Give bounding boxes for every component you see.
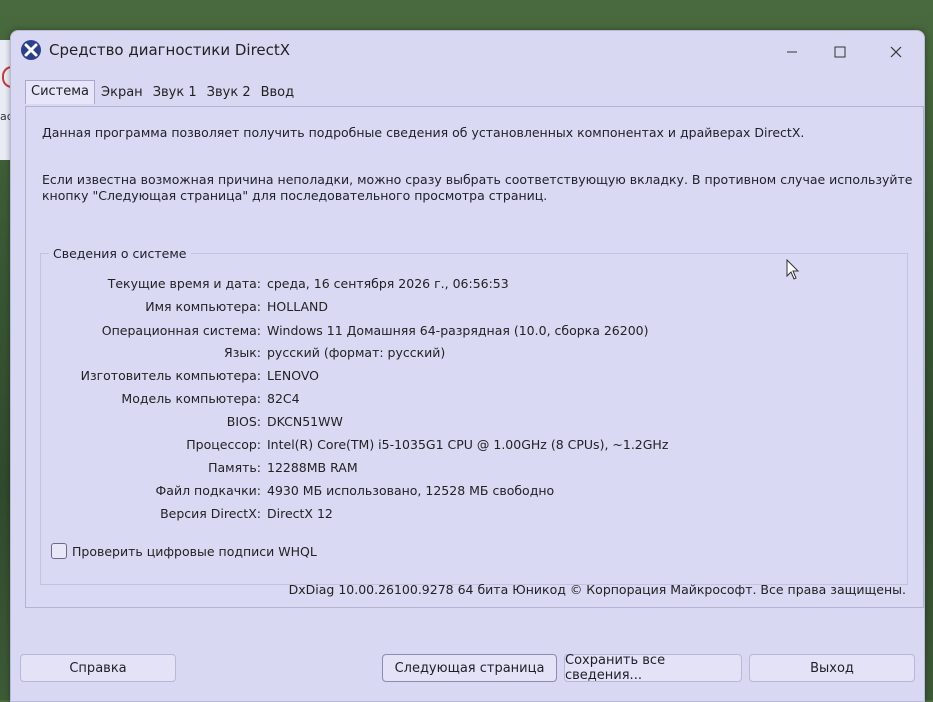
info-label: Имя компьютера: bbox=[145, 299, 261, 314]
info-label: BIOS: bbox=[226, 414, 261, 429]
info-value: 4930 МБ использовано, 12528 МБ свободно bbox=[267, 483, 555, 498]
maximize-icon bbox=[834, 43, 846, 62]
maximize-button[interactable] bbox=[817, 37, 863, 67]
info-label: Изготовитель компьютера: bbox=[80, 368, 261, 383]
intro-text-2: Если известна возможная причина неполадк… bbox=[42, 172, 913, 187]
info-row-model: Модель компьютера: 82C4 bbox=[41, 391, 907, 411]
info-row-manufacturer: Изготовитель компьютера: LENOVO bbox=[41, 368, 907, 388]
tab-display[interactable]: Экран bbox=[97, 81, 147, 105]
close-icon bbox=[890, 43, 902, 62]
info-value: DirectX 12 bbox=[267, 506, 333, 521]
info-row-processor: Процессор: Intel(R) Core(TM) i5-1035G1 C… bbox=[41, 437, 907, 457]
help-button[interactable]: Справка bbox=[20, 654, 176, 682]
directx-icon bbox=[21, 40, 41, 60]
info-value: 12288MB RAM bbox=[267, 460, 358, 475]
info-label: Язык: bbox=[224, 345, 261, 360]
tab-sound-2[interactable]: Звук 2 bbox=[203, 81, 255, 105]
exit-button[interactable]: Выход bbox=[749, 654, 915, 682]
info-row-memory: Память: 12288MB RAM bbox=[41, 460, 907, 480]
info-label: Модель компьютера: bbox=[121, 391, 261, 406]
info-label: Текущие время и дата: bbox=[107, 276, 261, 291]
next-page-button[interactable]: Следующая страница bbox=[382, 654, 557, 682]
minimize-icon bbox=[786, 43, 798, 62]
info-value: русский (формат: русский) bbox=[267, 345, 446, 360]
info-label: Операционная система: bbox=[101, 323, 261, 338]
save-all-info-button[interactable]: Сохранить все сведения... bbox=[564, 653, 742, 683]
minimize-button[interactable] bbox=[769, 37, 815, 67]
info-value: Intel(R) Core(TM) i5-1035G1 CPU @ 1.00GH… bbox=[267, 437, 669, 452]
dxdiag-window: Средство диагностики DirectX Система Экр… bbox=[10, 30, 925, 702]
info-value: DKCN51WW bbox=[267, 414, 343, 429]
system-info-legend: Сведения о системе bbox=[49, 246, 191, 261]
info-row-datetime: Текущие время и дата: среда, 16 сентября… bbox=[41, 276, 907, 296]
info-row-os: Операционная система: Windows 11 Домашня… bbox=[41, 323, 907, 343]
info-label: Файл подкачки: bbox=[155, 483, 261, 498]
info-row-bios: BIOS: DKCN51WW bbox=[41, 414, 907, 434]
info-label: Процессор: bbox=[186, 437, 261, 452]
close-button[interactable] bbox=[873, 37, 919, 67]
system-tab-panel: Данная программа позволяет получить подр… bbox=[25, 106, 924, 608]
intro-text-1: Данная программа позволяет получить подр… bbox=[42, 125, 805, 140]
copyright-text: DxDiag 10.00.26100.9278 64 бита Юникод ©… bbox=[288, 582, 906, 597]
info-label: Версия DirectX: bbox=[160, 506, 261, 521]
info-value: среда, 16 сентября 2026 г., 06:56:53 bbox=[267, 276, 509, 291]
mouse-pointer-icon bbox=[786, 258, 800, 285]
whql-checkbox-row[interactable]: Проверить цифровые подписи WHQL bbox=[51, 543, 317, 559]
tab-strip: Система Экран Звук 1 Звук 2 Ввод bbox=[25, 80, 300, 105]
info-value: 82C4 bbox=[267, 391, 300, 406]
info-label: Память: bbox=[208, 460, 261, 475]
info-row-language: Язык: русский (формат: русский) bbox=[41, 345, 907, 365]
intro-text-3: кнопку "Следующая страница" для последов… bbox=[42, 188, 548, 203]
info-row-pagefile: Файл подкачки: 4930 МБ использовано, 125… bbox=[41, 483, 907, 503]
info-row-computer-name: Имя компьютера: HOLLAND bbox=[41, 299, 907, 319]
tab-input[interactable]: Ввод bbox=[257, 81, 299, 105]
info-value: Windows 11 Домашняя 64-разрядная (10.0, … bbox=[267, 323, 649, 338]
info-value: LENOVO bbox=[267, 368, 320, 383]
info-row-directx-version: Версия DirectX: DirectX 12 bbox=[41, 506, 907, 526]
tab-system[interactable]: Система bbox=[25, 80, 96, 104]
window-title: Средство диагностики DirectX bbox=[49, 41, 291, 59]
tab-sound-1[interactable]: Звук 1 bbox=[149, 81, 201, 105]
system-info-group: Сведения о системе Текущие время и дата:… bbox=[40, 246, 908, 585]
whql-checkbox[interactable] bbox=[51, 543, 67, 559]
title-bar[interactable]: Средство диагностики DirectX bbox=[11, 31, 924, 77]
whql-label: Проверить цифровые подписи WHQL bbox=[72, 543, 317, 559]
info-value: HOLLAND bbox=[267, 299, 328, 314]
